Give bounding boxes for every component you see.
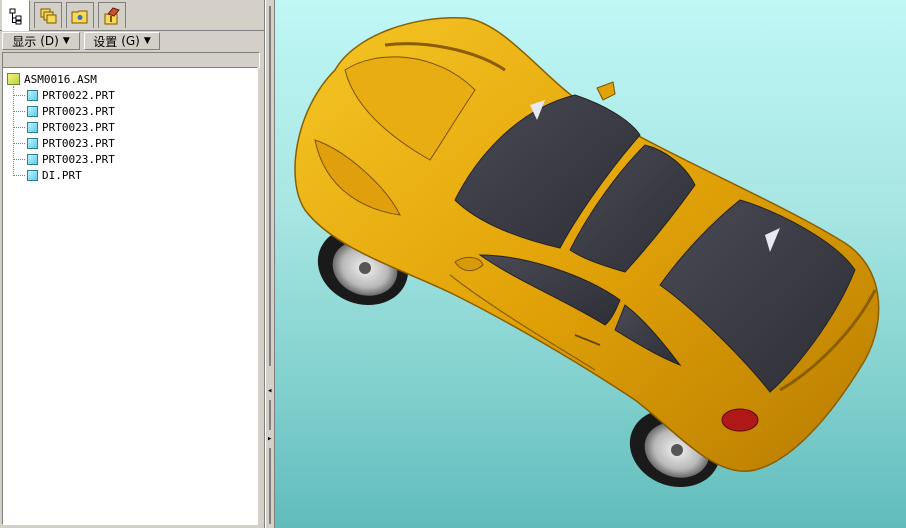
tree-connector: [13, 159, 25, 160]
tree-item[interactable]: PRT0023.PRT: [27, 120, 115, 134]
navigator-menubar: 显示 (D) ▼ 设置 (G) ▼: [0, 31, 264, 51]
show-menu-button[interactable]: 显示 (D) ▼: [2, 32, 80, 50]
settings-menu-label: 设置: [93, 34, 118, 49]
graphics-viewport[interactable]: [275, 0, 906, 528]
car-model-render[interactable]: [275, 0, 906, 528]
tree-item-label: PRT0023.PRT: [42, 120, 115, 134]
part-icon: [27, 153, 38, 165]
tree-item[interactable]: DI.PRT: [27, 168, 82, 182]
tree-connector: [13, 143, 25, 144]
tab-folder-browser[interactable]: [66, 2, 94, 28]
folder-browser-icon: [71, 10, 88, 23]
part-icon: [27, 137, 38, 149]
tree-connector: [13, 111, 25, 112]
tree-item[interactable]: PRT0023.PRT: [27, 136, 115, 150]
model-tree-icon: [9, 8, 22, 25]
navigator-tabbar: [0, 0, 264, 31]
show-menu-shortcut: (D): [40, 34, 59, 48]
layers-icon: [40, 8, 57, 23]
part-icon: [27, 169, 38, 181]
tab-favorites[interactable]: [98, 2, 126, 28]
part-icon: [27, 89, 38, 101]
tree-item-label: DI.PRT: [42, 168, 82, 182]
tree-item-label: PRT0023.PRT: [42, 136, 115, 150]
tree-item-label: PRT0023.PRT: [42, 104, 115, 118]
expand-right-icon[interactable]: ▸: [267, 434, 272, 444]
tree-connector: [13, 127, 25, 128]
tree-root-label: ASM0016.ASM: [24, 72, 97, 86]
roof-antenna: [596, 81, 616, 101]
collapse-left-icon[interactable]: ◂: [267, 386, 272, 396]
tab-model-tree[interactable]: [2, 0, 30, 31]
tree-connector: [13, 95, 25, 96]
settings-menu-shortcut: (G): [121, 34, 140, 48]
tab-layers[interactable]: [34, 2, 62, 28]
splitter-grip: [269, 400, 271, 430]
tree-filter-bar[interactable]: [2, 52, 260, 68]
show-menu-label: 显示: [12, 34, 37, 49]
tree-connector: [13, 175, 25, 176]
tail-light: [721, 408, 759, 432]
model-tree: ASM0016.ASM PRT0022.PRT PRT0023.PRT PRT0…: [2, 67, 258, 525]
chevron-down-icon: ▼: [62, 36, 70, 46]
tree-item[interactable]: PRT0023.PRT: [27, 104, 115, 118]
splitter-grip: [269, 6, 271, 366]
panel-splitter[interactable]: ◂ ▸: [265, 0, 275, 528]
settings-menu-button[interactable]: 设置 (G) ▼: [84, 32, 160, 50]
assembly-icon: [7, 73, 20, 85]
tree-root-item[interactable]: ASM0016.ASM: [7, 72, 97, 86]
tree-item-label: PRT0022.PRT: [42, 88, 115, 102]
tree-connector: [13, 86, 14, 174]
tree-item-label: PRT0023.PRT: [42, 152, 115, 166]
part-icon: [27, 105, 38, 117]
tree-item[interactable]: PRT0023.PRT: [27, 152, 115, 166]
tree-item[interactable]: PRT0022.PRT: [27, 88, 115, 102]
chevron-down-icon: ▼: [143, 36, 151, 46]
splitter-grip: [269, 448, 271, 524]
part-icon: [27, 121, 38, 133]
navigator-panel: 显示 (D) ▼ 设置 (G) ▼ ASM0016.ASM PRT0022.PR…: [0, 0, 265, 528]
favorites-icon: [104, 6, 120, 24]
